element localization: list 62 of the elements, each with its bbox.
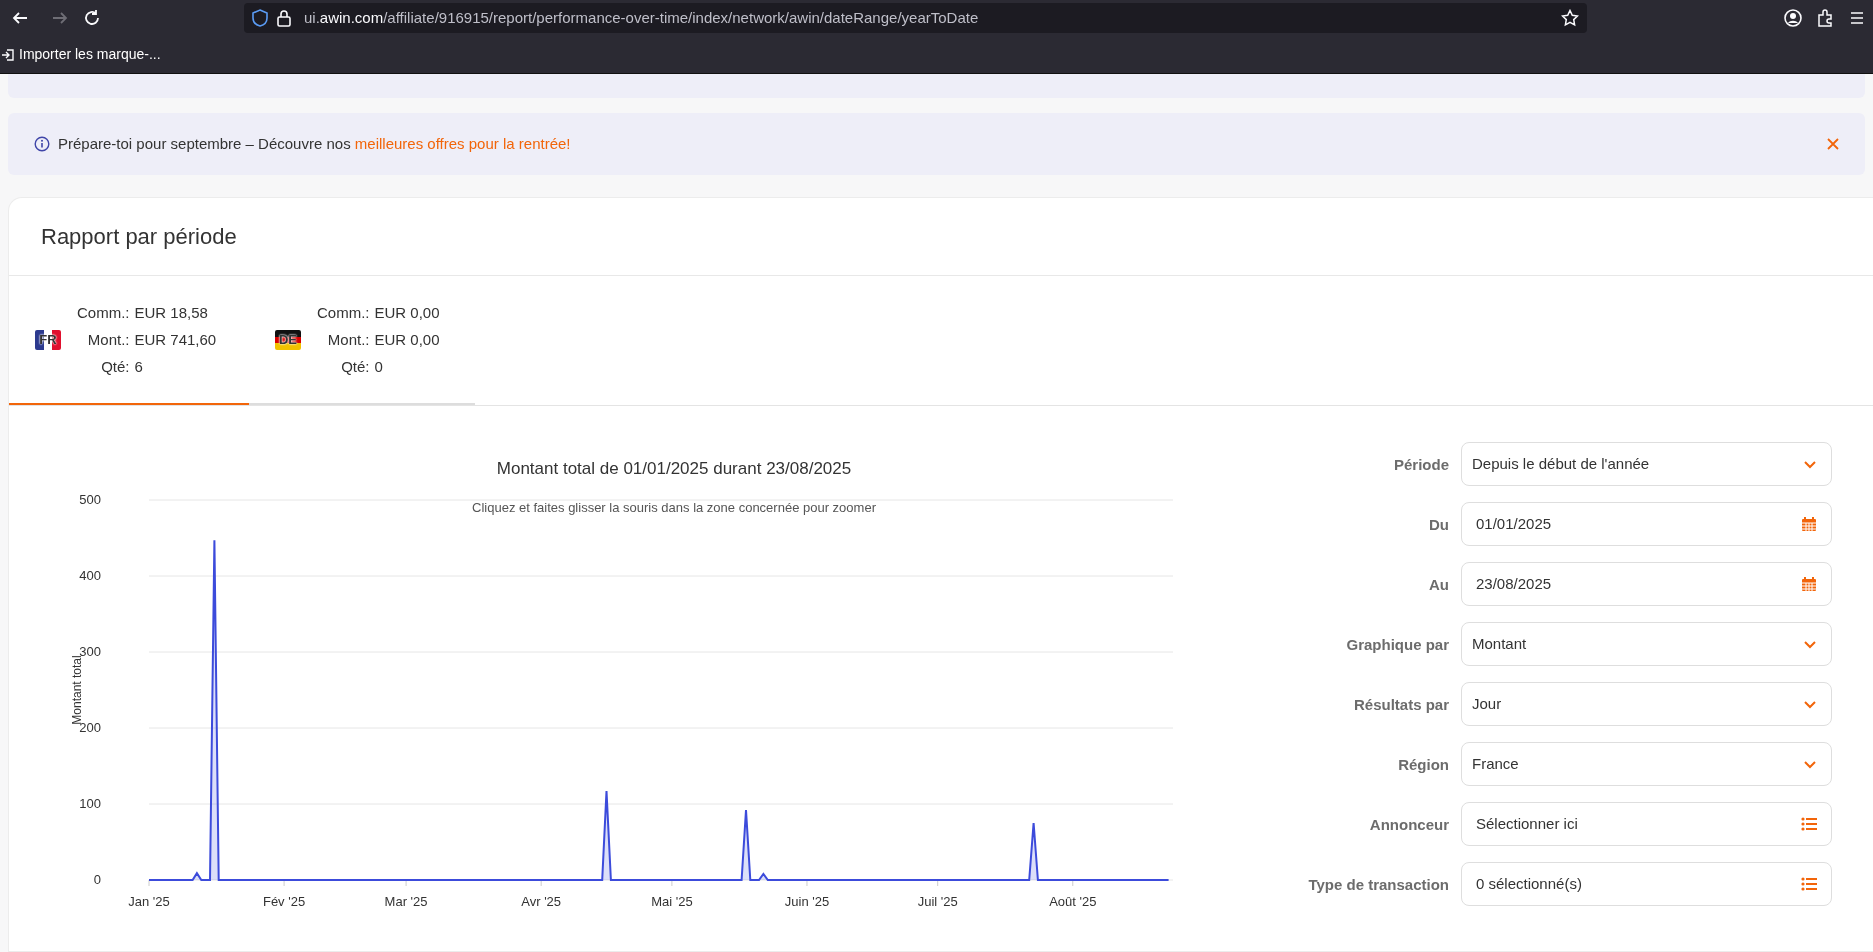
field-label: Du — [1428, 515, 1450, 535]
axis-label: 500 — [79, 492, 101, 507]
field-label: Résultats par — [1352, 695, 1450, 715]
axis-label: 100 — [79, 796, 101, 811]
axis-label: Mar '25 — [384, 894, 428, 909]
date-field[interactable]: 01/01/2025 — [1461, 502, 1832, 546]
field-label: Type de transaction — [1307, 875, 1450, 895]
dropdown[interactable]: France — [1461, 742, 1832, 786]
reload-icon — [83, 9, 101, 27]
calendar-icon — [1801, 576, 1817, 592]
field-label: Annonceur — [1368, 815, 1450, 835]
field-label: Période — [1392, 455, 1450, 475]
stat-label: Mont.: — [326, 330, 370, 350]
axis-label: Juin '25 — [784, 894, 830, 909]
axis-label: 0 — [93, 872, 101, 887]
axis-label: Juil '25 — [917, 894, 958, 909]
lock-icon — [276, 9, 292, 27]
region-tab[interactable]: FR Comm.: EUR 18,58 Mont.: EUR 741,60 Qté: 6 — [9, 277, 249, 405]
dropdown[interactable]: Montant — [1461, 622, 1832, 666]
menu-icon — [1848, 9, 1866, 27]
stat-label: Mont.: — [86, 330, 130, 350]
date-field[interactable]: 23/08/2025 — [1461, 562, 1832, 606]
stat-label: Comm.: — [317, 303, 370, 323]
chart-title: Montant total de 01/01/2025 durant 23/08/2025 — [496, 459, 852, 478]
stat-value: EUR 741,60 — [134, 330, 217, 350]
stat-label: Comm.: — [77, 303, 130, 323]
multi-select-field[interactable]: Sélectionner ici — [1461, 802, 1832, 846]
stat-value: EUR 18,58 — [134, 303, 209, 323]
list-icon — [1801, 877, 1817, 891]
close-icon — [1826, 137, 1840, 151]
stat-value: EUR 0,00 — [374, 330, 440, 350]
stat-value: 6 — [134, 357, 144, 377]
chart-subtitle: Cliquez et faites glisser la souris dans la zone concernée pour zoomer — [472, 500, 876, 515]
axis-label: Août '25 — [1049, 894, 1097, 909]
field-label: Au — [1428, 575, 1450, 595]
multi-select-field[interactable]: 0 sélectionné(s) — [1461, 862, 1832, 906]
axis-label: Fév '25 — [262, 894, 306, 909]
banner-text: Prépare-toi pour septembre – Découvre nos meilleures offres pour la rentrée! — [58, 133, 572, 154]
axis-label: 400 — [79, 568, 101, 583]
star-icon — [1561, 9, 1579, 27]
stat-value: EUR 0,00 — [374, 303, 440, 323]
bookmark-item[interactable]: Importer les marque-... — [0, 43, 162, 66]
axis-label: Mai '25 — [651, 894, 693, 909]
shield-icon — [252, 9, 268, 27]
import-icon — [1, 47, 15, 62]
account-icon — [1784, 9, 1802, 27]
list-icon — [1801, 817, 1817, 831]
flag-icon: FR — [35, 330, 61, 350]
extensions-icon — [1816, 9, 1834, 27]
axis-label: Avr '25 — [521, 894, 562, 909]
url-text: ui.awin.com/affiliate/916915/report/performance-over-time/index/network/awin/dateRange/yearToDate — [304, 7, 980, 28]
calendar-icon — [1801, 516, 1817, 532]
stat-value: 0 — [374, 357, 384, 377]
report-title: Rapport par période — [41, 223, 237, 251]
info-icon — [34, 136, 50, 152]
stat-label: Qté: — [340, 357, 370, 377]
dropdown[interactable]: Depuis le début de l'année — [1461, 442, 1832, 486]
field-label: Graphique par — [1345, 635, 1450, 655]
stat-label: Qté: — [100, 357, 130, 377]
dropdown[interactable]: Jour — [1461, 682, 1832, 726]
axis-label: Jan '25 — [128, 894, 170, 909]
field-label: Région — [1397, 755, 1450, 775]
